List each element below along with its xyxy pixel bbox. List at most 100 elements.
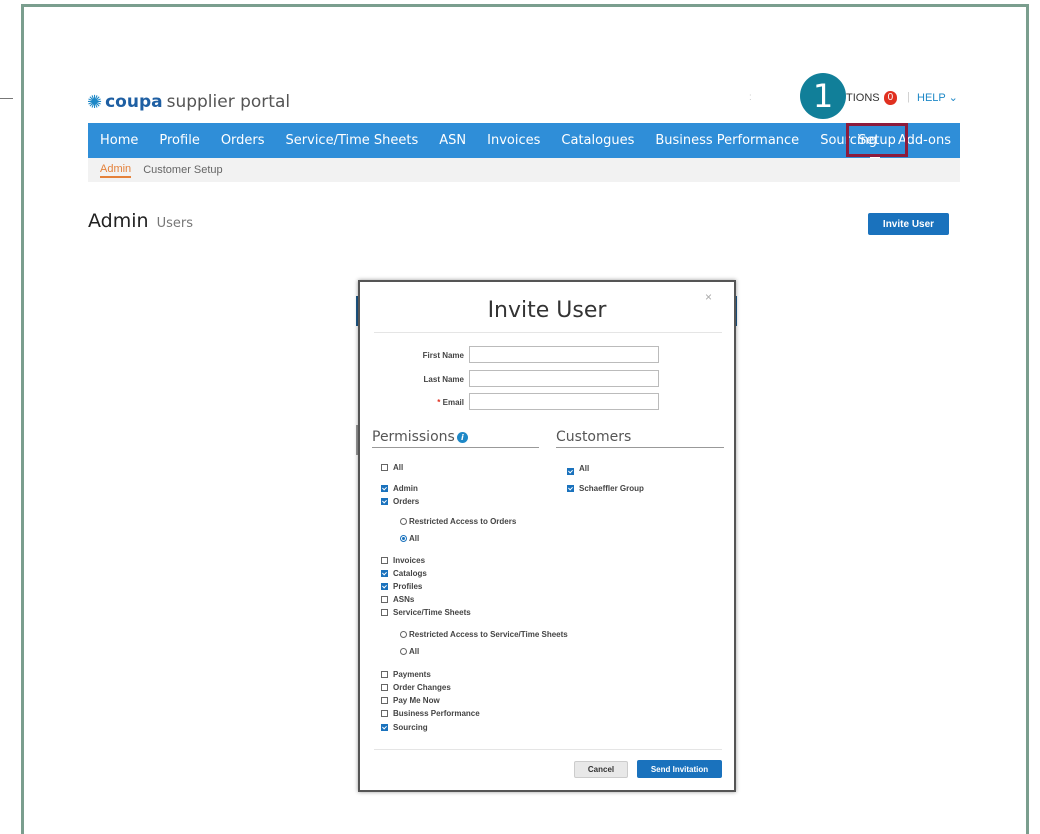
notifications-label: TIONS <box>846 92 880 104</box>
first-name-input[interactable] <box>469 346 659 363</box>
perm-asns[interactable]: ASNs <box>381 595 414 604</box>
perm-business-performance-checkbox[interactable] <box>381 710 388 717</box>
nav-invoices[interactable]: Invoices <box>487 133 540 148</box>
perm-sts-label: Service/Time Sheets <box>393 608 471 617</box>
invite-user-modal: Invite User × First Name Last Name * Ema… <box>358 280 736 792</box>
nav-service-time-sheets[interactable]: Service/Time Sheets <box>286 133 419 148</box>
perm-sourcing-checkbox[interactable] <box>381 724 388 731</box>
customers-underline <box>556 447 724 448</box>
main-nav: Home Profile Orders Service/Time Sheets … <box>88 123 960 158</box>
perm-admin-label: Admin <box>393 484 418 493</box>
perm-orders[interactable]: Orders <box>381 497 419 506</box>
info-icon[interactable]: i <box>456 431 468 443</box>
cancel-button[interactable]: Cancel <box>574 761 628 778</box>
email-label: * Email <box>360 398 464 407</box>
nav-catalogues[interactable]: Catalogues <box>561 133 634 148</box>
perm-payments-checkbox[interactable] <box>381 671 388 678</box>
permissions-underline <box>372 447 539 448</box>
close-icon[interactable]: × <box>705 290 712 304</box>
sts-restricted-label: Restricted Access to Service/Time Sheets <box>409 630 568 639</box>
perm-business-performance-label: Business Performance <box>393 709 480 718</box>
sts-all-option[interactable]: All <box>400 647 419 656</box>
sub-nav: Admin Customer Setup <box>88 158 960 182</box>
customer-schaeffler-checkbox[interactable] <box>567 485 574 492</box>
perm-profiles[interactable]: Profiles <box>381 582 422 591</box>
perm-sts-checkbox[interactable] <box>381 609 388 616</box>
nav-business-performance[interactable]: Business Performance <box>655 133 799 148</box>
logo-product: supplier portal <box>166 92 291 112</box>
step-number-badge: 1 <box>800 73 846 119</box>
perm-order-changes-label: Order Changes <box>393 683 451 692</box>
perm-payments[interactable]: Payments <box>381 670 431 679</box>
orders-all-label: All <box>409 534 420 543</box>
sts-restricted-option[interactable]: Restricted Access to Service/Time Sheets <box>400 630 568 639</box>
perm-catalogs-checkbox[interactable] <box>381 570 388 577</box>
perm-orders-label: Orders <box>393 497 420 506</box>
subnav-admin[interactable]: Admin <box>100 163 132 178</box>
last-name-label: Last Name <box>423 375 464 384</box>
orders-restricted-label: Restricted Access to Orders <box>409 517 517 526</box>
email-label-text: Email <box>442 398 464 407</box>
last-name-input[interactable] <box>469 370 659 387</box>
notifications-count-badge: 0 <box>883 91 898 105</box>
modal-divider <box>374 332 722 333</box>
perm-order-changes[interactable]: Order Changes <box>381 683 451 692</box>
perm-all-checkbox[interactable] <box>381 464 388 471</box>
perm-profiles-label: Profiles <box>393 582 423 591</box>
email-input[interactable] <box>469 393 659 410</box>
header-separator: | <box>907 91 910 103</box>
orders-restricted-option[interactable]: Restricted Access to Orders <box>400 517 516 526</box>
perm-sourcing-label: Sourcing <box>393 723 428 732</box>
nav-home[interactable]: Home <box>100 133 138 148</box>
required-mark: * <box>437 398 441 407</box>
perm-profiles-checkbox[interactable] <box>381 583 388 590</box>
perm-pay-me-now-label: Pay Me Now <box>393 696 440 705</box>
perm-invoices-checkbox[interactable] <box>381 557 388 564</box>
perm-order-changes-checkbox[interactable] <box>381 684 388 691</box>
perm-all[interactable]: All <box>381 463 403 472</box>
perm-orders-checkbox[interactable] <box>381 498 388 505</box>
perm-invoices[interactable]: Invoices <box>381 556 425 565</box>
logo-brand: coupa <box>105 92 163 112</box>
perm-all-label: All <box>393 463 404 472</box>
perm-business-performance[interactable]: Business Performance <box>381 709 480 718</box>
sts-all-radio[interactable] <box>400 648 407 655</box>
modal-title: Invite User <box>487 298 607 323</box>
notifications-link[interactable]: TIONS 0 <box>846 91 898 105</box>
customer-all-label: All <box>579 464 590 473</box>
perm-pay-me-now-checkbox[interactable] <box>381 697 388 704</box>
customer-all[interactable]: All <box>567 462 589 475</box>
send-invitation-button[interactable]: Send Invitation <box>637 760 722 778</box>
perm-asns-checkbox[interactable] <box>381 596 388 603</box>
orders-all-radio[interactable] <box>400 535 407 542</box>
perm-invoices-label: Invoices <box>393 556 426 565</box>
help-menu[interactable]: HELP ⌄ <box>917 91 958 104</box>
perm-sourcing[interactable]: Sourcing <box>381 723 428 732</box>
subnav-customer-setup[interactable]: Customer Setup <box>143 164 222 176</box>
perm-pay-me-now[interactable]: Pay Me Now <box>381 696 440 705</box>
coupa-logo[interactable]: ✺ coupa supplier portal <box>87 90 290 114</box>
sts-restricted-radio[interactable] <box>400 631 407 638</box>
perm-admin-checkbox[interactable] <box>381 485 388 492</box>
perm-service-time-sheets[interactable]: Service/Time Sheets <box>381 608 471 617</box>
perm-asns-label: ASNs <box>393 595 415 604</box>
perm-catalogs[interactable]: Catalogs <box>381 569 427 578</box>
customer-all-checkbox[interactable] <box>567 468 574 475</box>
perm-payments-label: Payments <box>393 670 431 679</box>
nav-orders[interactable]: Orders <box>221 133 265 148</box>
perm-catalogs-label: Catalogs <box>393 569 427 578</box>
customers-heading: Customers <box>556 429 632 445</box>
page-title-sub: Users <box>156 216 194 231</box>
divider-tick <box>0 98 13 99</box>
nav-setup[interactable]: Setup <box>846 123 908 157</box>
invite-user-button[interactable]: Invite User <box>868 213 949 235</box>
nav-profile[interactable]: Profile <box>159 133 199 148</box>
perm-admin[interactable]: Admin <box>381 484 418 493</box>
nav-asn[interactable]: ASN <box>439 133 466 148</box>
customer-schaeffler[interactable]: Schaeffler Group <box>567 484 644 493</box>
search-placeholder-mark: : <box>749 92 752 103</box>
orders-all-option[interactable]: All <box>400 534 419 543</box>
orders-restricted-radio[interactable] <box>400 518 407 525</box>
page-title: Admin Users <box>88 210 193 232</box>
permissions-heading-text: Permissions <box>372 429 455 445</box>
